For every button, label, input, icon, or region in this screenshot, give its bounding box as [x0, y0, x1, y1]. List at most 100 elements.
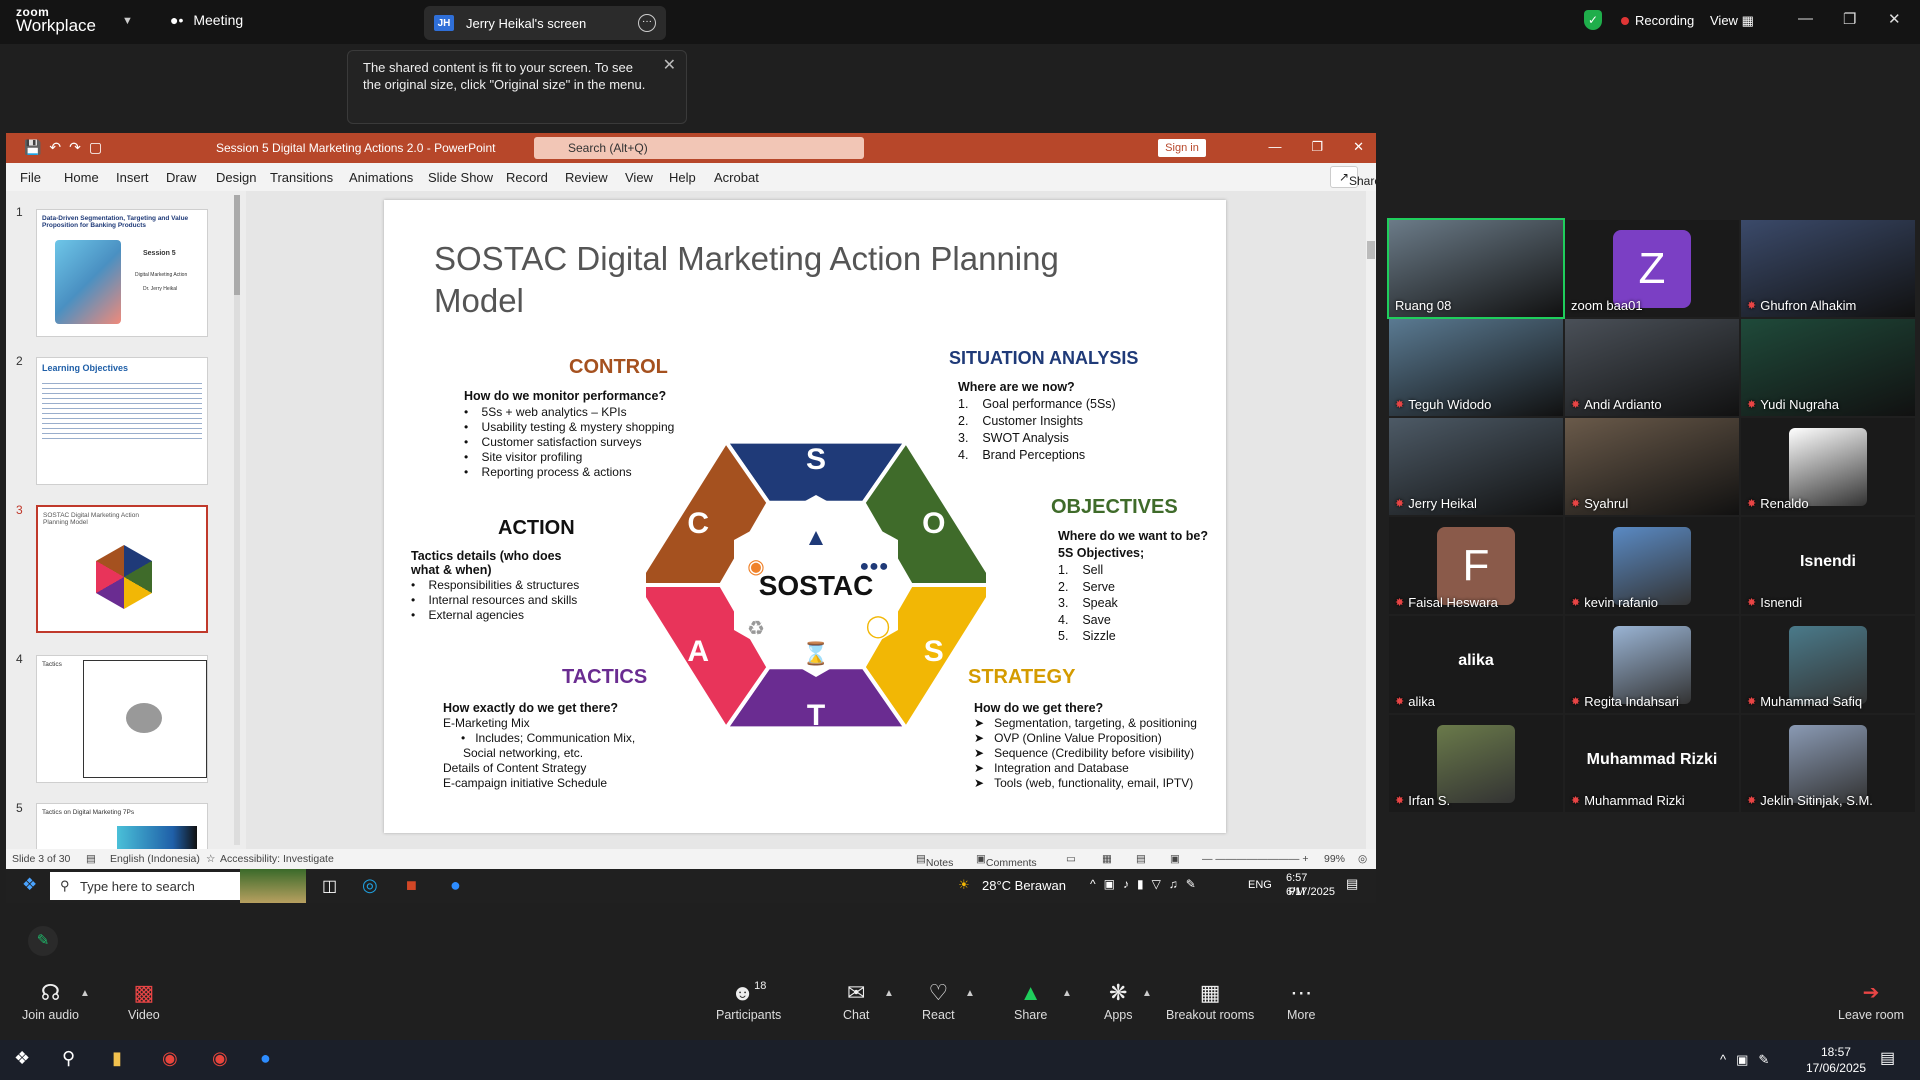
chat-options-caret-icon[interactable]: ▲: [884, 988, 894, 999]
security-shield-icon[interactable]: ✓: [1584, 10, 1602, 30]
slide-thumbnail-3-selected[interactable]: SOSTAC Digital Marketing Action Planning…: [36, 505, 208, 633]
notification-center-icon[interactable]: ▤: [1880, 1048, 1895, 1068]
ppt-signin-button[interactable]: Sign in: [1158, 139, 1206, 157]
participant-tile[interactable]: ✸ Syahrul: [1565, 418, 1739, 515]
breakout-rooms-button[interactable]: ▦ Breakout rooms: [1166, 980, 1254, 1022]
file-explorer-icon[interactable]: ▮: [112, 1048, 122, 1069]
participant-tile[interactable]: alika ✸ alika: [1389, 616, 1563, 713]
react-options-caret-icon[interactable]: ▲: [965, 988, 975, 999]
participant-tile[interactable]: ✸ Ghufron Alhakim: [1741, 220, 1915, 317]
ribbon-tab-design[interactable]: Design: [216, 170, 256, 185]
ppt-minimize-icon[interactable]: —: [1268, 139, 1281, 155]
slide-thumbnail-5[interactable]: Tactics on Digital Marketing 7Ps: [36, 803, 208, 849]
ppt-share-button[interactable]: ↗ Share: [1329, 166, 1381, 188]
participant-tile[interactable]: Isnendi ✸ Isnendi: [1741, 517, 1915, 614]
participant-tile[interactable]: F ✸ Faisal Heswara: [1389, 517, 1563, 614]
participant-tile[interactable]: ✸ Renaldo: [1741, 418, 1915, 515]
close-tooltip-icon[interactable]: ✕: [663, 57, 676, 74]
comments-button[interactable]: ▣ Comments: [976, 853, 1037, 869]
participant-tile[interactable]: ✸ Jeklin Sitinjak, S.M.: [1741, 715, 1915, 812]
participants-button[interactable]: ☻18 Participants: [716, 980, 781, 1022]
task-view-icon[interactable]: ◫: [322, 876, 337, 896]
search-icon[interactable]: ⚲: [62, 1048, 75, 1069]
chat-button[interactable]: ✉ Chat: [843, 980, 869, 1022]
zoom-app-icon[interactable]: ●: [450, 875, 461, 896]
audio-options-caret-icon[interactable]: ▲: [80, 988, 90, 999]
notifications-icon[interactable]: ▤: [1346, 876, 1358, 892]
zoom-taskbar-icon[interactable]: ●: [260, 1048, 271, 1069]
ppt-restore-icon[interactable]: ❐: [1311, 139, 1323, 155]
ribbon-tab-transitions[interactable]: Transitions: [270, 170, 333, 185]
accessibility-status[interactable]: Accessibility: Investigate: [220, 853, 334, 865]
language-status[interactable]: English (Indonesia): [110, 853, 200, 865]
minimize-icon[interactable]: —: [1798, 10, 1813, 27]
participant-tile[interactable]: Muhammad Rizki ✸ Muhammad Rizki: [1565, 715, 1739, 812]
meeting-tab[interactable]: ●• Meeting: [170, 12, 243, 28]
chevron-down-icon[interactable]: ▼: [122, 15, 133, 27]
ribbon-tab-slideshow[interactable]: Slide Show: [428, 170, 493, 185]
join-audio-button[interactable]: ☊ Join audio: [22, 980, 79, 1022]
participant-tile[interactable]: ✸ Teguh Widodo: [1389, 319, 1563, 416]
zoom-workplace-logo[interactable]: zoom Workplace: [16, 6, 96, 35]
slide-canvas[interactable]: SOSTAC Digital Marketing Action Planning…: [384, 200, 1226, 833]
react-button[interactable]: ♡ React: [922, 980, 955, 1022]
remote-language[interactable]: ENG: [1248, 879, 1272, 891]
participant-tile[interactable]: ✸ Yudi Nugraha: [1741, 319, 1915, 416]
apps-options-caret-icon[interactable]: ▲: [1142, 988, 1152, 999]
share-options-caret-icon[interactable]: ▲: [1062, 988, 1072, 999]
more-button[interactable]: ⋯ More: [1287, 980, 1315, 1022]
slide-thumbnail-4[interactable]: Tactics: [36, 655, 208, 783]
participant-tile[interactable]: ✸ Jerry Heikal: [1389, 418, 1563, 515]
chrome-icon[interactable]: ◉: [162, 1048, 178, 1069]
ppt-search-box[interactable]: Search (Alt+Q): [534, 137, 864, 159]
more-options-icon[interactable]: ···: [638, 14, 656, 32]
ribbon-tab-insert[interactable]: Insert: [116, 170, 149, 185]
thumbnail-scroll-thumb[interactable]: [234, 195, 240, 295]
participant-tile[interactable]: ✸ Andi Ardianto: [1565, 319, 1739, 416]
leave-room-button[interactable]: ➔ Leave room: [1838, 980, 1904, 1022]
ribbon-tab-home[interactable]: Home: [64, 170, 99, 185]
windows-start-icon[interactable]: ❖: [14, 1048, 30, 1069]
slide-thumbnail-2[interactable]: Learning Objectives: [36, 357, 208, 485]
ribbon-tab-file[interactable]: File: [20, 170, 41, 185]
slide-scroll-thumb[interactable]: [1367, 241, 1375, 259]
participant-tile[interactable]: ✸ Regita Indahsari: [1565, 616, 1739, 713]
ribbon-tab-review[interactable]: Review: [565, 170, 608, 185]
normal-view-icon[interactable]: ▭: [1066, 853, 1076, 865]
ribbon-tab-animations[interactable]: Animations: [349, 170, 413, 185]
restore-icon[interactable]: ❐: [1843, 10, 1856, 28]
participant-tile[interactable]: ✸ Muhammad Safiq: [1741, 616, 1915, 713]
ribbon-tab-draw[interactable]: Draw: [166, 170, 196, 185]
view-button[interactable]: View ▦: [1710, 13, 1754, 29]
video-button[interactable]: ▩ Video: [128, 980, 160, 1022]
slide-vertical-scrollbar[interactable]: [1366, 191, 1376, 849]
ribbon-tab-record[interactable]: Record: [506, 170, 548, 185]
fit-slide-icon[interactable]: ◎: [1358, 853, 1367, 865]
remote-search-box[interactable]: ⚲ Type here to search: [50, 872, 240, 900]
system-tray-icons[interactable]: ^▣✎: [1720, 1052, 1779, 1068]
windows-start-icon[interactable]: ❖: [22, 875, 37, 895]
participant-tile[interactable]: Ruang 08: [1387, 218, 1565, 319]
notes-button[interactable]: ▤ Notes: [916, 853, 953, 869]
annotate-pencil-icon[interactable]: ✎: [28, 926, 58, 956]
accessibility-icon[interactable]: ☆: [206, 853, 215, 865]
ribbon-tab-acrobat[interactable]: Acrobat: [714, 170, 759, 185]
recording-indicator[interactable]: Recording: [1621, 13, 1694, 28]
edge-icon[interactable]: ◎: [362, 875, 378, 896]
ribbon-tab-help[interactable]: Help: [669, 170, 696, 185]
participant-tile[interactable]: ✸ Irfan S.: [1389, 715, 1563, 812]
chrome-profile-icon[interactable]: ◉: [212, 1048, 228, 1069]
slide-sorter-icon[interactable]: ▦: [1102, 853, 1112, 865]
shared-screen-tab[interactable]: JH Jerry Heikal's screen ···: [424, 6, 666, 40]
thumbnail-scrollbar[interactable]: [234, 195, 240, 845]
apps-button[interactable]: ❋ Apps: [1104, 980, 1133, 1022]
share-button[interactable]: ▲ Share: [1014, 980, 1047, 1022]
zoom-slider[interactable]: — ———————— +: [1202, 853, 1308, 865]
weather-text[interactable]: 28°C Berawan: [982, 878, 1066, 893]
zoom-level[interactable]: 99%: [1324, 853, 1345, 865]
quick-access-toolbar[interactable]: 💾↶↷▢: [24, 139, 110, 156]
slide-thumbnail-1[interactable]: Data-Driven Segmentation, Targeting and …: [36, 209, 208, 337]
ribbon-tab-view[interactable]: View: [625, 170, 653, 185]
tray-icons[interactable]: ^▣♪▮▽♫✎: [1090, 877, 1204, 891]
powerpoint-icon[interactable]: ■: [406, 875, 417, 896]
